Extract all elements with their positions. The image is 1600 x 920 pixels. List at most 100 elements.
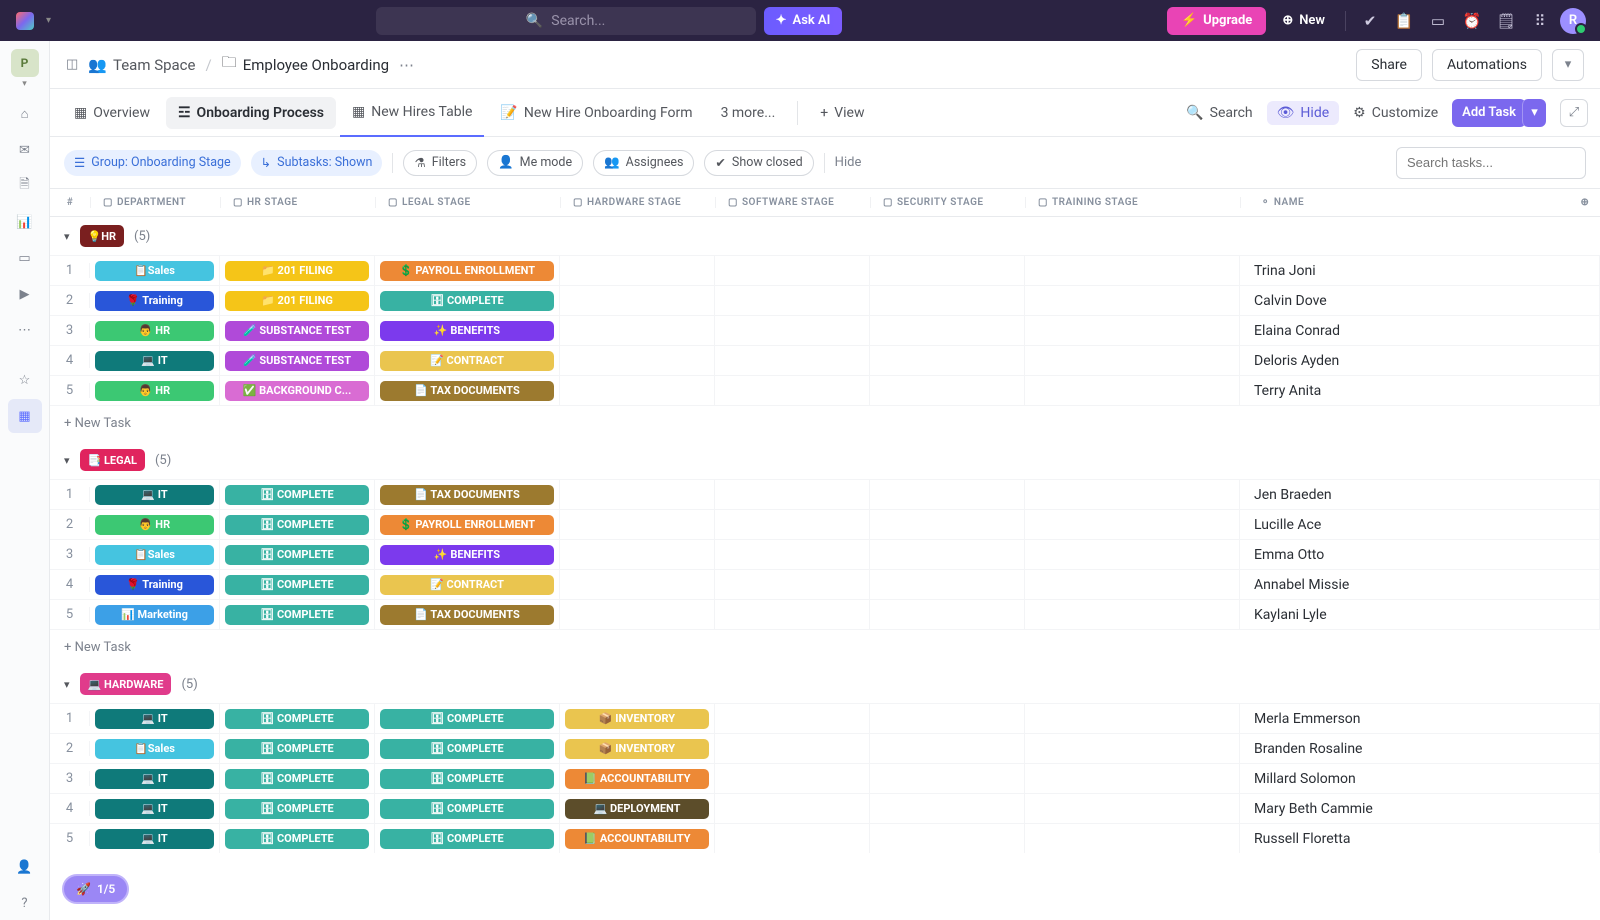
breadcrumb-space[interactable]: 👥 Team Space [88, 56, 195, 74]
alarm-icon[interactable]: ⏰ [1458, 7, 1486, 35]
group-header[interactable]: ▾ 💡HR (5) [50, 217, 1600, 255]
dashboards-icon[interactable]: 📊 [8, 205, 42, 239]
status-pill[interactable]: 🗄 COMPLETE [225, 799, 369, 819]
status-pill[interactable]: 📝 CONTRACT [380, 351, 554, 371]
col-software-stage[interactable]: ▢ SOFTWARE STAGE [715, 197, 870, 208]
docs-icon[interactable]: 🗎 [8, 169, 42, 203]
status-pill[interactable]: 🌹 Training [95, 291, 214, 311]
table-row[interactable]: 3 👨 HR 🧪 SUBSTANCE TEST ✨ BENEFITS Elain… [50, 315, 1600, 345]
inbox-icon[interactable]: ✉ [8, 133, 42, 167]
table-row[interactable]: 2 📋Sales 🗄 COMPLETE 🗄 COMPLETE 📦 INVENTO… [50, 733, 1600, 763]
table-row[interactable]: 2 👨 HR 🗄 COMPLETE 💲 PAYROLL ENROLLMENT L… [50, 509, 1600, 539]
tab-overview[interactable]: ▦Overview [62, 97, 162, 129]
status-pill[interactable]: 💻 DEPLOYMENT [565, 799, 709, 819]
status-pill[interactable]: 🗄 COMPLETE [225, 769, 369, 789]
new-task-row[interactable]: + New Task [50, 629, 1600, 665]
col-number[interactable]: # [50, 197, 90, 208]
col-hardware-stage[interactable]: ▢ HARDWARE STAGE [560, 197, 715, 208]
col-hr-stage[interactable]: ▢ HR STAGE [220, 197, 375, 208]
status-pill[interactable]: 🌹 Training [95, 575, 214, 595]
check-circle-icon[interactable]: ✔ [1356, 7, 1384, 35]
tab-more-views[interactable]: 3 more... [709, 97, 788, 129]
workspace-switcher[interactable]: P [11, 49, 39, 77]
status-pill[interactable]: 🗄 COMPLETE [380, 799, 554, 819]
group-header[interactable]: ▾ 💻 HARDWARE (5) [50, 665, 1600, 703]
status-pill[interactable]: 💻 IT [95, 485, 214, 505]
status-pill[interactable]: 🧪 SUBSTANCE TEST [225, 351, 369, 371]
status-pill[interactable]: 📊 Marketing [95, 605, 214, 625]
status-pill[interactable]: 📋Sales [95, 739, 214, 759]
hide-filters-link[interactable]: Hide [835, 155, 862, 170]
col-name[interactable]: ⚬ NAME [1240, 197, 1570, 208]
clips-icon[interactable]: ▭ [8, 241, 42, 275]
video-icon[interactable]: ▭ [1424, 7, 1452, 35]
table-row[interactable]: 5 📊 Marketing 🗄 COMPLETE 📄 TAX DOCUMENTS… [50, 599, 1600, 629]
status-pill[interactable]: 👨 HR [95, 381, 214, 401]
status-pill[interactable]: 🗄 COMPLETE [225, 485, 369, 505]
note-icon[interactable]: 🗒 [1492, 7, 1520, 35]
status-pill[interactable]: 📋Sales [95, 545, 214, 565]
status-pill[interactable]: 💻 IT [95, 351, 214, 371]
expand-icon[interactable]: ⤢ [1560, 99, 1588, 127]
status-pill[interactable]: 🗄 COMPLETE [380, 709, 554, 729]
status-pill[interactable]: 📗 ACCOUNTABILITY [565, 829, 709, 849]
col-security-stage[interactable]: ▢ SECURITY STAGE [870, 197, 1025, 208]
breadcrumb-folder[interactable]: 🗀 Employee Onboarding [222, 52, 389, 77]
status-pill[interactable]: 🗄 COMPLETE [225, 739, 369, 759]
customize-button[interactable]: ⚙Customize [1353, 105, 1438, 121]
add-column-icon[interactable]: ⊕ [1570, 197, 1600, 208]
status-pill[interactable]: ✅ BACKGROUND C... [225, 381, 369, 401]
status-pill[interactable]: 📄 TAX DOCUMENTS [380, 485, 554, 505]
status-pill[interactable]: 📁 201 FILING [225, 261, 369, 281]
add-task-button[interactable]: Add Task [1452, 99, 1526, 127]
col-department[interactable]: ▢ DEPARTMENT [90, 197, 220, 208]
new-button[interactable]: ⊕ New [1272, 7, 1335, 35]
status-pill[interactable]: 💻 IT [95, 829, 214, 849]
user-avatar[interactable]: R [1560, 8, 1586, 34]
chevron-down-icon[interactable]: ▾ [22, 79, 27, 89]
search-view-button[interactable]: 🔍Search [1186, 105, 1252, 121]
table-row[interactable]: 1 📋Sales 📁 201 FILING 💲 PAYROLL ENROLLME… [50, 255, 1600, 285]
global-search[interactable]: 🔍 Search... [376, 7, 756, 35]
table-row[interactable]: 1 💻 IT 🗄 COMPLETE 📄 TAX DOCUMENTS Jen Br… [50, 479, 1600, 509]
table-row[interactable]: 1 💻 IT 🗄 COMPLETE 🗄 COMPLETE 📦 INVENTORY… [50, 703, 1600, 733]
share-button[interactable]: Share [1356, 49, 1422, 81]
group-header[interactable]: ▾ 📑 LEGAL (5) [50, 441, 1600, 479]
more-icon[interactable]: ⋯ [8, 313, 42, 347]
favorites-icon[interactable]: ☆ [8, 363, 42, 397]
status-pill[interactable]: 🗄 COMPLETE [380, 769, 554, 789]
col-legal-stage[interactable]: ▢ LEGAL STAGE [375, 197, 560, 208]
status-pill[interactable]: ✨ BENEFITS [380, 321, 554, 341]
status-pill[interactable]: 🗄 COMPLETE [225, 605, 369, 625]
table-row[interactable]: 4 💻 IT 🧪 SUBSTANCE TEST 📝 CONTRACT Delor… [50, 345, 1600, 375]
search-tasks-input[interactable] [1396, 147, 1586, 179]
table-row[interactable]: 3 💻 IT 🗄 COMPLETE 🗄 COMPLETE 📗 ACCOUNTAB… [50, 763, 1600, 793]
status-pill[interactable]: 👨 HR [95, 321, 214, 341]
table-row[interactable]: 2 🌹 Training 📁 201 FILING 🗄 COMPLETE Cal… [50, 285, 1600, 315]
status-pill[interactable]: 💻 IT [95, 769, 214, 789]
apps-grid-icon[interactable]: ⠿ [1526, 7, 1554, 35]
status-pill[interactable]: 💻 IT [95, 799, 214, 819]
status-pill[interactable]: ✨ BENEFITS [380, 545, 554, 565]
logo-chevron-icon[interactable]: ▾ [46, 15, 51, 26]
new-task-row[interactable]: + New Task [50, 405, 1600, 441]
chip-group[interactable]: ☰Group: Onboarding Stage [64, 150, 241, 176]
status-pill[interactable]: 🗄 COMPLETE [225, 709, 369, 729]
status-pill[interactable]: 📋Sales [95, 261, 214, 281]
status-pill[interactable]: 🗄 COMPLETE [225, 545, 369, 565]
automations-chevron-icon[interactable]: ▾ [1552, 49, 1584, 81]
status-pill[interactable]: 📄 TAX DOCUMENTS [380, 605, 554, 625]
tab-onboarding-process[interactable]: ☲Onboarding Process [166, 97, 336, 129]
col-training-stage[interactable]: ▢ TRAINING STAGE [1025, 197, 1240, 208]
status-pill[interactable]: 🗄 COMPLETE [380, 739, 554, 759]
home-icon[interactable]: ⌂ [8, 97, 42, 131]
chip-show-closed[interactable]: ✔Show closed [704, 150, 813, 176]
status-pill[interactable]: 💲 PAYROLL ENROLLMENT [380, 261, 554, 281]
table-row[interactable]: 5 👨 HR ✅ BACKGROUND C... 📄 TAX DOCUMENTS… [50, 375, 1600, 405]
status-pill[interactable]: 📦 INVENTORY [565, 739, 709, 759]
automations-button[interactable]: Automations [1432, 49, 1542, 81]
status-pill[interactable]: 📗 ACCOUNTABILITY [565, 769, 709, 789]
status-pill[interactable]: 🧪 SUBSTANCE TEST [225, 321, 369, 341]
onboarding-progress-pill[interactable]: 🚀 1/5 [62, 874, 129, 904]
status-pill[interactable]: 👨 HR [95, 515, 214, 535]
